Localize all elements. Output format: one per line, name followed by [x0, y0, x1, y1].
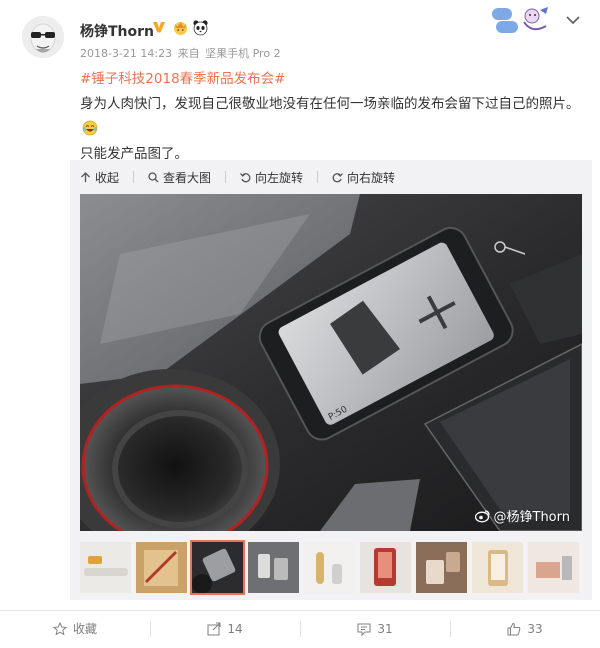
like-count: 33 — [527, 621, 543, 636]
laugh-tears-emoji-icon — [82, 120, 98, 136]
media-viewer: 收起 查看大图 向左旋转 向右旋转 P:50 @杨铮Thorn — [70, 160, 592, 600]
chevron-down-icon[interactable] — [565, 14, 581, 26]
like-button[interactable]: 33 — [450, 611, 600, 646]
comment-icon — [357, 623, 371, 636]
thumbnail-9[interactable] — [528, 542, 579, 593]
view-large-button[interactable]: 查看大图 — [148, 169, 227, 186]
post-timestamp[interactable]: 2018-3-21 14:23 — [80, 47, 172, 60]
rotate-left-button[interactable]: 向左旋转 — [240, 169, 319, 186]
author-name[interactable]: 杨铮Thorn — [80, 21, 154, 41]
thumbnail-2[interactable] — [136, 542, 187, 593]
rotate-right-label: 向右旋转 — [347, 170, 396, 185]
verified-v-icon — [153, 22, 165, 33]
image-watermark: @杨铮Thorn — [474, 506, 571, 525]
author-avatar[interactable] — [22, 16, 64, 58]
comment-button[interactable]: 31 — [300, 611, 450, 646]
post-source-prefix: 来自 — [177, 47, 200, 60]
thumbnail-4[interactable] — [248, 542, 299, 593]
thumbnail-8[interactable] — [472, 542, 523, 593]
post-text-line1: 身为人肉快门，发现自己很敬业地没有在任何一场亲临的发布会留下过自己的照片。 — [80, 96, 580, 112]
post-action-bar: 收藏 14 31 33 — [0, 610, 600, 646]
watermark-text: @杨铮Thorn — [493, 510, 571, 525]
product-photo-illustration: P:50 — [80, 194, 582, 531]
search-icon — [148, 171, 159, 182]
toolbar-divider — [133, 171, 135, 183]
view-large-label: 查看大图 — [163, 170, 212, 185]
media-toolbar: 收起 查看大图 向左旋转 向右旋转 — [80, 160, 409, 194]
collapse-label: 收起 — [95, 170, 120, 185]
thumbnail-7[interactable] — [416, 542, 467, 593]
product-photo-large[interactable]: P:50 @杨铮Thorn — [80, 194, 582, 531]
panda-icon — [193, 20, 208, 36]
toolbar-divider — [317, 171, 319, 183]
star-icon — [52, 621, 67, 636]
card-badge-art-icon — [492, 7, 548, 33]
thumbnail-3-active[interactable] — [190, 540, 245, 595]
post-topic-hashtag[interactable]: #锤子科技2018春季新品发布会# — [80, 67, 285, 87]
weibo-logo-icon — [474, 509, 490, 522]
thumbnail-5[interactable] — [304, 542, 355, 593]
repost-button[interactable]: 14 — [150, 611, 300, 646]
toolbar-divider — [225, 171, 227, 183]
post-meta: 2018-3-21 14:23 来自 坚果手机 Pro 2 — [80, 45, 283, 61]
collapse-arrow-icon — [81, 171, 90, 182]
favorite-label: 收藏 — [72, 622, 97, 636]
weibo-post-card: 杨铮Thorn 2018-3-21 14:23 来自 坚果手机 Pro 2 #锤… — [0, 0, 600, 648]
rotate-right-icon — [332, 172, 343, 182]
post-source[interactable]: 坚果手机 Pro 2 — [205, 47, 280, 60]
thumbs-up-icon — [507, 622, 521, 635]
post-text: 身为人肉快门，发现自己很敬业地没有在任何一场亲临的发布会留下过自己的照片。 只能… — [80, 92, 585, 167]
rotate-right-button[interactable]: 向右旋转 — [332, 169, 395, 186]
repost-icon — [207, 622, 221, 635]
rotate-left-label: 向左旋转 — [255, 170, 304, 185]
favorite-button[interactable]: 收藏 — [0, 611, 150, 646]
member-crown-icon — [174, 22, 187, 35]
thumbnail-1[interactable] — [80, 542, 131, 593]
thumbnail-6[interactable] — [360, 542, 411, 593]
rotate-left-icon — [240, 172, 251, 182]
repost-count: 14 — [227, 621, 243, 636]
comment-count: 31 — [377, 621, 393, 636]
collapse-button[interactable]: 收起 — [80, 169, 135, 186]
thumbnail-strip — [80, 540, 584, 595]
